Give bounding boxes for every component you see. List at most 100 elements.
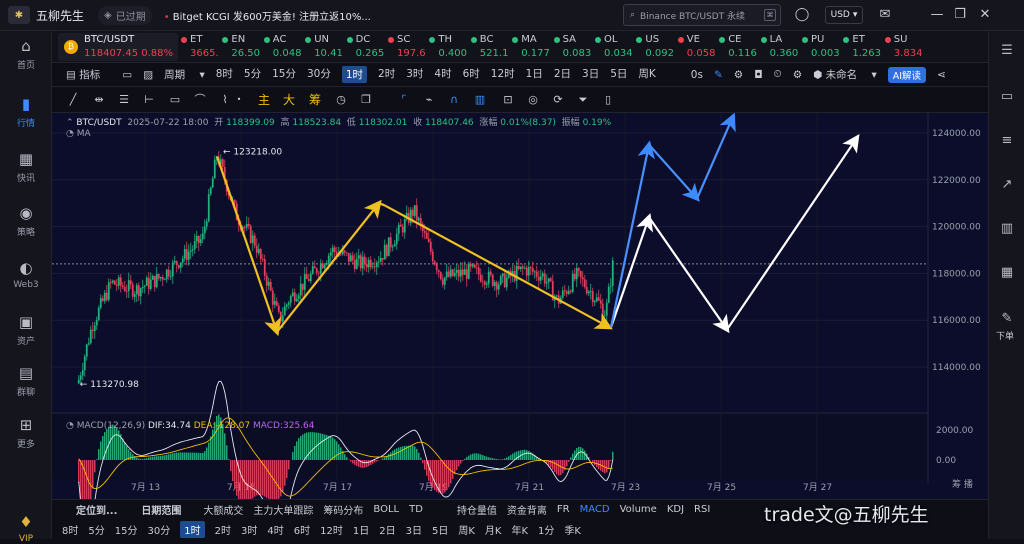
timebar-option[interactable]: 周K <box>458 522 475 537</box>
timebar-option[interactable]: 8时 <box>62 522 78 537</box>
nav-more[interactable]: ⊞ 更多 <box>0 416 52 450</box>
trendline-icon[interactable]: ╱ <box>66 93 80 107</box>
list-icon[interactable]: ☰ <box>999 43 1015 59</box>
interval-option[interactable]: 1日 <box>526 66 543 83</box>
promo-banner[interactable]: • Bitget KCGI 发600万美金! 注册立返10%... <box>164 8 371 23</box>
interval-option[interactable]: 1时 <box>341 66 368 83</box>
big-trade-item[interactable]: 大额成交 <box>203 502 243 517</box>
order-icon[interactable]: ✎ <box>999 311 1015 327</box>
currency-select[interactable]: USD ▾ <box>825 6 863 24</box>
rsi-item[interactable]: RSI <box>694 504 710 515</box>
nav-home[interactable]: ⌂ 首页 <box>0 37 52 71</box>
lock-icon[interactable]: ⊡ <box>501 93 515 107</box>
td-item[interactable]: TD <box>409 504 423 515</box>
timebar-option[interactable]: 1日 <box>353 522 369 537</box>
timebar-option[interactable]: 2日 <box>379 522 395 537</box>
oi-item[interactable]: 持仓量值 <box>457 502 497 517</box>
alarm-icon[interactable]: ⏲ <box>774 68 782 81</box>
chip-dist-item[interactable]: 筹码分布 <box>323 502 363 517</box>
trash-icon[interactable]: ▯ <box>601 93 615 107</box>
timebar-option[interactable]: 4时 <box>267 522 283 537</box>
interval-option[interactable]: 15分 <box>272 66 296 83</box>
nav-assets[interactable]: ▣ 资产 <box>0 313 52 347</box>
timebar-option[interactable]: 5日 <box>432 522 448 537</box>
interval-option[interactable]: 4时 <box>434 66 451 83</box>
crosshair-icon[interactable]: ⌜ <box>397 93 411 107</box>
nav-market[interactable]: ▮ 行情 <box>0 95 52 129</box>
interval-option[interactable]: 3时 <box>406 66 423 83</box>
interval-option[interactable]: 5日 <box>610 66 627 83</box>
parallel-lines-icon[interactable]: ☰ <box>117 93 131 107</box>
filter-icon[interactable]: ⏷ <box>576 93 590 107</box>
depth-icon[interactable]: ▥ <box>999 221 1015 237</box>
layout-icon[interactable]: ▭ <box>122 69 132 81</box>
ticker-item[interactable]: SU 3.834 <box>884 33 934 61</box>
timebar-option[interactable]: 3时 <box>241 522 257 537</box>
ticker-main[interactable]: ₿ BTC/USDT 118407.45 0.88% <box>58 33 178 61</box>
period-button[interactable]: 周期 ▾ <box>164 67 205 82</box>
main-tool[interactable]: 主 <box>257 93 271 107</box>
copy-icon[interactable]: ❐ <box>359 93 373 107</box>
document-icon[interactable]: ▭ <box>999 89 1015 105</box>
interval-option[interactable]: 2日 <box>554 66 571 83</box>
timebar-option[interactable]: 6时 <box>294 522 310 537</box>
timebar-option[interactable]: 2时 <box>215 522 231 537</box>
nav-web3[interactable]: ◐ Web3 <box>0 259 52 290</box>
timebar-option[interactable]: 月K <box>485 522 502 537</box>
horizontal-ray-icon[interactable]: ⇹ <box>92 93 106 107</box>
trend-icon[interactable]: ↗ <box>999 177 1015 193</box>
pen-icon[interactable]: ✎ <box>714 69 723 81</box>
calendar-icon[interactable]: ▦ <box>999 265 1015 281</box>
gear-icon[interactable]: ⚙ <box>793 69 802 81</box>
interval-option[interactable]: 12时 <box>491 66 515 83</box>
hline-icon[interactable]: ⊢ <box>142 93 156 107</box>
fr-item[interactable]: FR <box>557 504 570 515</box>
camera-icon[interactable]: ◘ <box>754 69 762 81</box>
timebar-option[interactable]: 5分 <box>88 522 104 537</box>
interval-option[interactable]: 30分 <box>307 66 331 83</box>
interval-option[interactable]: 周K <box>638 66 655 83</box>
timebar-option[interactable]: 1时 <box>180 520 205 538</box>
timebar-option[interactable]: 3日 <box>406 522 422 537</box>
timebar-option[interactable]: 12时 <box>320 522 343 537</box>
nav-chat[interactable]: ▤ 群聊 <box>0 364 52 398</box>
divergence-item[interactable]: 资金背离 <box>507 502 547 517</box>
brush-icon[interactable]: ⌇ <box>218 93 232 107</box>
locate-button[interactable]: 定位到... <box>76 502 117 517</box>
eye-icon[interactable]: ◎ <box>526 93 540 107</box>
boll-item[interactable]: BOLL <box>373 504 399 515</box>
nav-news[interactable]: ▦ 快讯 <box>0 150 52 184</box>
compare-icon[interactable]: ▨ <box>143 69 153 81</box>
interval-option[interactable]: 2时 <box>378 66 395 83</box>
interval-option[interactable]: 3日 <box>582 66 599 83</box>
mail-icon[interactable]: ✉ <box>877 7 893 23</box>
interval-option[interactable]: 5分 <box>244 66 261 83</box>
timebar-option[interactable]: 年K <box>511 522 528 537</box>
share-icon[interactable]: ⋖ <box>937 69 946 81</box>
minimize-icon[interactable]: — <box>929 7 945 23</box>
ma-label[interactable]: ◔ MA <box>66 129 91 139</box>
timebar-option[interactable]: 30分 <box>147 522 170 537</box>
interval-option[interactable]: 8时 <box>216 66 233 83</box>
chip-tool[interactable]: 筹 <box>308 93 322 107</box>
price-chart[interactable]: 124000.00 122000.00 120000.00 118000.00 1160… <box>52 113 988 499</box>
expired-badge[interactable]: ◈ 已过期 <box>98 5 152 25</box>
path-icon[interactable]: ⌒ <box>193 93 207 107</box>
volume-item[interactable]: Volume <box>620 504 657 515</box>
settings-icon[interactable]: ⚙ <box>734 69 743 81</box>
candle-icon[interactable]: ▥ <box>473 93 487 107</box>
collapse-icon[interactable]: ⌃ <box>66 118 74 128</box>
magnet-icon[interactable]: ∩ <box>447 93 461 107</box>
close-icon[interactable]: ✕ <box>977 7 993 23</box>
avatar-icon[interactable]: ◯ <box>794 7 810 23</box>
kdj-item[interactable]: KDJ <box>667 504 684 515</box>
orderbook-icon[interactable]: ≡ <box>999 133 1015 149</box>
timebar-option[interactable]: 季K <box>564 522 581 537</box>
maximize-icon[interactable]: ❐ <box>952 7 968 23</box>
ai-button[interactable]: AI解读 <box>887 66 927 83</box>
timebar-option[interactable]: 1分 <box>538 522 554 537</box>
macd-item[interactable]: MACD <box>580 504 610 515</box>
main-order-item[interactable]: 主力大单跟踪 <box>253 502 313 517</box>
search-input[interactable]: ⌕ Binance BTC/USDT 永续 ⌘ <box>623 4 781 26</box>
nav-strategy[interactable]: ◉ 策略 <box>0 204 52 238</box>
